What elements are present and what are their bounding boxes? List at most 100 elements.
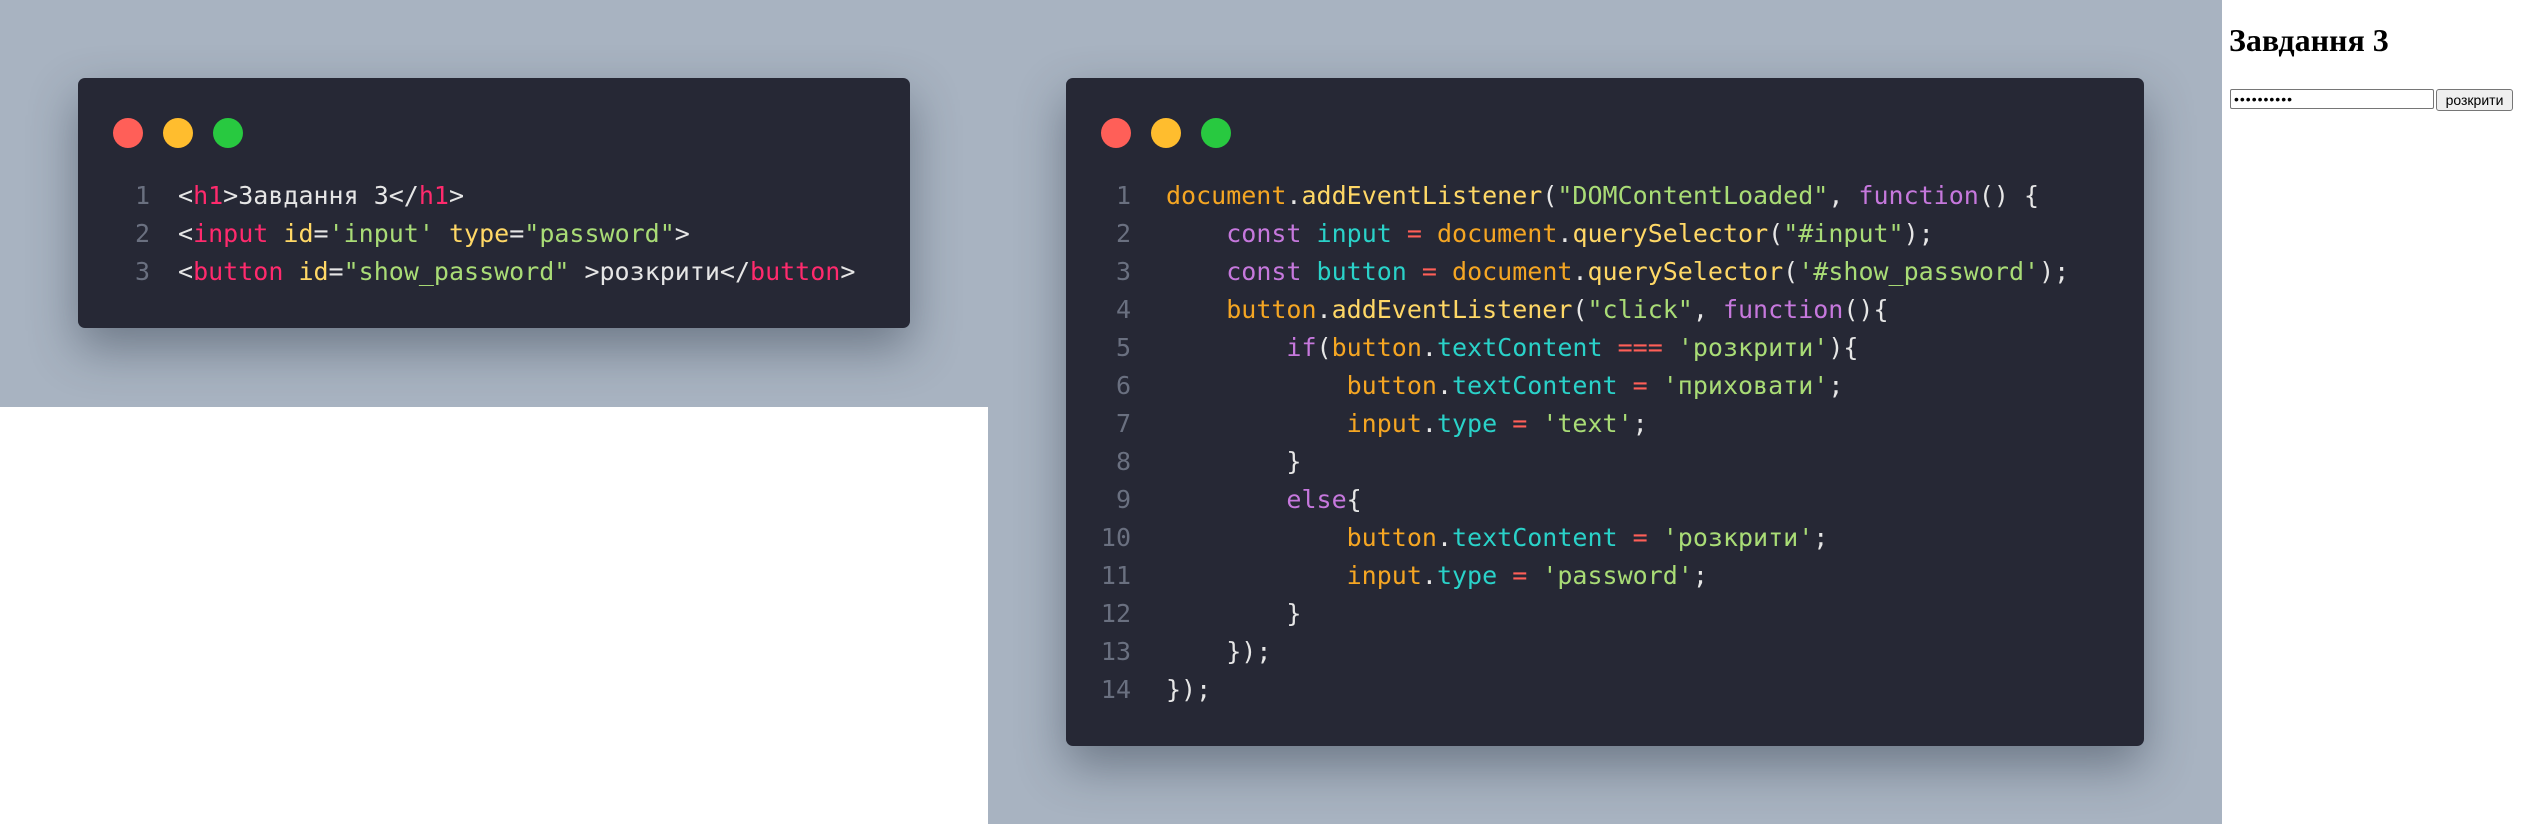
minimize-dot-icon (163, 118, 193, 148)
code-token: } (1286, 599, 1302, 628)
code-token: textContent (1452, 523, 1618, 552)
code-token: 'розкрити' (1662, 523, 1814, 552)
line-number: 9 (1115, 485, 1131, 514)
line-number: 13 (1100, 637, 1131, 666)
code-token: addEventListener (1331, 295, 1573, 324)
code-token: h1 (418, 181, 449, 210)
code-token: document (1452, 257, 1573, 286)
code-token: button (1331, 333, 1422, 362)
code-text: } (1166, 443, 1301, 481)
code-token: id (298, 257, 329, 286)
code-line: 1 <h1>Завдання 3</h1> (78, 177, 910, 215)
code-token: </ (719, 257, 751, 286)
code-token: 'text' (1542, 409, 1633, 438)
code-token: button (1346, 371, 1437, 400)
code-token: (){ (1843, 295, 1889, 324)
line-number: 11 (1100, 561, 1131, 590)
code-text: else{ (1166, 481, 1362, 519)
code-text: const button = document.querySelector('#… (1166, 253, 2069, 291)
minimize-dot-icon (1151, 118, 1181, 148)
code-token: > (223, 181, 239, 210)
code-line: 7 input.type = 'text'; (1066, 405, 2144, 443)
code-token: type (1436, 409, 1498, 438)
html-code-window: 1 <h1>Завдання 3</h1> 2 <input id='input' t… (78, 78, 910, 328)
code-token: button (1226, 295, 1317, 324)
code-token: ( (1783, 257, 1799, 286)
code-token: () { (1978, 181, 2040, 210)
code-line: 3 const button = document.querySelector(… (1066, 253, 2144, 291)
code-token: = (1391, 219, 1437, 248)
code-token: "click" (1587, 295, 1693, 324)
code-token: ( (1768, 219, 1784, 248)
code-token: const (1226, 257, 1302, 286)
code-line: 14}); (1066, 671, 2144, 709)
code-token: textContent (1436, 333, 1603, 362)
code-token: document (1166, 181, 1287, 210)
code-token: }); (1226, 637, 1272, 666)
line-number: 7 (1115, 409, 1131, 438)
code-token: . (1316, 295, 1332, 324)
code-token: 'розкрити' (1677, 333, 1829, 362)
code-token: . (1436, 523, 1452, 552)
password-input[interactable]: •••••••••• (2230, 89, 2434, 109)
code-line: 11 input.type = 'password'; (1066, 557, 2144, 595)
show-password-button[interactable]: розкрити (2436, 89, 2513, 111)
code-token: = (313, 219, 329, 248)
code-text: input.type = 'password'; (1166, 557, 1708, 595)
code-token: . (1421, 409, 1437, 438)
code-token: ; (1828, 371, 1844, 400)
code-token: 'приховати' (1662, 371, 1829, 400)
line-number: 2 (134, 219, 150, 248)
close-dot-icon (113, 118, 143, 148)
line-number: 10 (1100, 523, 1131, 552)
code-token: > (840, 257, 856, 286)
code-token: h1 (193, 181, 224, 210)
code-text: const input = document.querySelector("#i… (1166, 215, 1934, 253)
code-token: addEventListener (1301, 181, 1543, 210)
code-text: input.type = 'text'; (1166, 405, 1648, 443)
line-number: 6 (1115, 371, 1131, 400)
code-token: function (1858, 181, 1979, 210)
code-token: ( (1316, 333, 1332, 362)
code-token: id (283, 219, 314, 248)
code-line: 3 <button id="show_password" >розкрити</b… (78, 253, 910, 291)
js-code-block: 1 document.addEventListener("DOMContentLo… (1066, 177, 2144, 709)
code-text: <input id='input' type="password"> (178, 215, 690, 253)
code-token: ; (1692, 561, 1708, 590)
code-line: 12 } (1066, 595, 2144, 633)
code-line: 1 document.addEventListener("DOMContentLo… (1066, 177, 2144, 215)
close-dot-icon (1101, 118, 1131, 148)
line-number: 12 (1100, 599, 1131, 628)
code-token: . (1572, 257, 1588, 286)
code-token: ( (1572, 295, 1588, 324)
code-token: Завдання 3 (238, 181, 389, 210)
code-token: > (448, 181, 465, 210)
code-token: ); (1903, 219, 1934, 248)
code-token: < (178, 181, 194, 210)
code-token: 'input' (328, 219, 434, 248)
code-text: if(button.textContent === 'розкрити'){ (1166, 329, 1858, 367)
code-token: = (1617, 371, 1663, 400)
code-token: button (1316, 257, 1407, 286)
code-line: 4 button.addEventListener("click", funct… (1066, 291, 2144, 329)
code-text: }); (1166, 633, 1271, 671)
code-token: '#show_password' (1798, 257, 2040, 286)
code-token: button (1346, 523, 1437, 552)
code-token: < (178, 257, 194, 286)
code-token: { (1346, 485, 1362, 514)
code-token: === (1602, 333, 1678, 362)
code-token: input (1316, 219, 1392, 248)
js-code-panel: 1 document.addEventListener("DOMContentLo… (988, 0, 2222, 824)
code-token: . (1421, 561, 1437, 590)
code-token: ( (1542, 181, 1558, 210)
code-token: }); (1166, 675, 1212, 704)
